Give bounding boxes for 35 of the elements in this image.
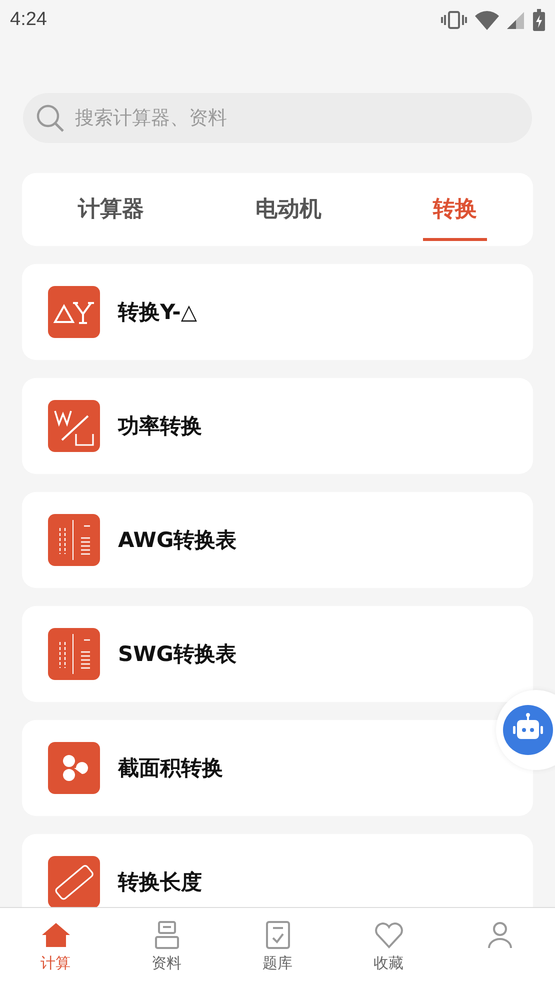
heart-icon: [374, 920, 404, 950]
tab[interactable]: 转换: [423, 182, 488, 241]
converter-title: 转换长度: [118, 869, 202, 896]
signal-icon: [507, 10, 525, 30]
home-icon: [40, 920, 70, 950]
converter-title: 功率转换: [118, 413, 202, 440]
converter-card[interactable]: 转换长度: [22, 834, 533, 907]
converter-card[interactable]: SWG转换表: [22, 606, 533, 702]
search-field[interactable]: 搜索计算器、资料: [73, 106, 520, 130]
delta-y-icon: [48, 286, 100, 338]
converter-title: AWG转换表: [118, 527, 237, 554]
converter-card[interactable]: AWG转换表: [22, 492, 533, 588]
status-time: 4:24: [10, 9, 47, 31]
search-icon: [35, 103, 65, 133]
converter-card[interactable]: 截面积转换: [22, 720, 533, 816]
nav-item[interactable]: 题库: [222, 908, 333, 986]
converter-card[interactable]: 转换Y-△: [22, 264, 533, 360]
converter-title: 转换Y-△: [118, 299, 197, 326]
converter-title: 截面积转换: [118, 755, 223, 782]
nav-item[interactable]: 计算: [0, 908, 111, 986]
converter-card[interactable]: 功率转换: [22, 378, 533, 474]
ruler-scale-icon: [48, 628, 100, 680]
battery-icon: [533, 9, 545, 31]
ruler-scale-icon: [48, 514, 100, 566]
vibrate-icon: [441, 10, 467, 30]
nav-item[interactable]: 资料: [111, 908, 222, 986]
robot-icon: [503, 705, 553, 755]
wifi-icon: [475, 10, 499, 30]
nav-item[interactable]: 收藏: [333, 908, 444, 986]
power-icon: [48, 400, 100, 452]
tab[interactable]: 计算器: [68, 182, 154, 241]
tab[interactable]: 电动机: [245, 182, 332, 241]
circles-icon: [48, 742, 100, 794]
converter-title: SWG转换表: [118, 641, 237, 668]
search-bar[interactable]: 搜索计算器、资料: [23, 93, 532, 143]
